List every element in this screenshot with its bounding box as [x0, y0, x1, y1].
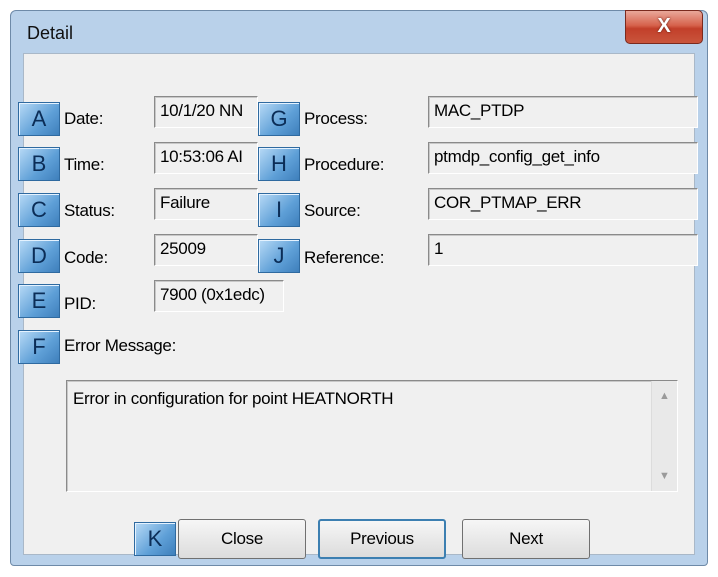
error-message-label: Error Message:	[64, 336, 177, 355]
badge-c: C	[18, 193, 60, 227]
window-title: Detail	[27, 23, 74, 43]
badge-e: E	[18, 284, 60, 318]
reference-field: 1	[428, 234, 698, 266]
process-field: MAC_PTDP	[428, 96, 698, 128]
error-scrollbar[interactable]: ▲ ▼	[651, 381, 677, 491]
procedure-field: ptmdp_config_get_info	[428, 142, 698, 174]
code-field: 25009	[154, 234, 258, 266]
window-close-button[interactable]: X	[625, 10, 703, 44]
scroll-down-icon[interactable]: ▼	[652, 465, 677, 487]
date-label: Date:	[64, 109, 104, 128]
badge-b: B	[18, 147, 60, 181]
badge-d: D	[18, 239, 60, 273]
badge-a: A	[18, 102, 60, 136]
badge-j: J	[258, 239, 300, 273]
source-field: COR_PTMAP_ERR	[428, 188, 698, 220]
time-field: 10:53:06 AI	[154, 142, 258, 174]
pid-field: 7900 (0x1edc)	[154, 280, 284, 312]
error-message-box[interactable]: Error in configuration for point HEATNOR…	[66, 380, 678, 492]
process-label: Process:	[304, 109, 368, 128]
dialog-body: A Date: 10/1/20 NN B Time: 10:53:06 AI C…	[18, 53, 698, 559]
time-label: Time:	[64, 155, 105, 174]
reference-label: Reference:	[304, 248, 385, 267]
procedure-label: Procedure:	[304, 155, 385, 174]
badge-i: I	[258, 193, 300, 227]
code-label: Code:	[64, 248, 108, 267]
close-button[interactable]: Close	[178, 519, 306, 559]
status-label: Status:	[64, 201, 115, 220]
date-field: 10/1/20 NN	[154, 96, 258, 128]
detail-window: Detail X A Date: 10/1/20 NN B Time: 10:5…	[10, 10, 708, 566]
pid-label: PID:	[64, 294, 96, 313]
badge-g: G	[258, 102, 300, 136]
next-button[interactable]: Next	[462, 519, 590, 559]
previous-button[interactable]: Previous	[318, 519, 446, 559]
status-field: Failure	[154, 188, 258, 220]
badge-h: H	[258, 147, 300, 181]
scroll-up-icon[interactable]: ▲	[652, 385, 677, 407]
badge-k: K	[134, 522, 176, 556]
badge-f: F	[18, 330, 60, 364]
error-message-text: Error in configuration for point HEATNOR…	[73, 389, 394, 408]
source-label: Source:	[304, 201, 361, 220]
